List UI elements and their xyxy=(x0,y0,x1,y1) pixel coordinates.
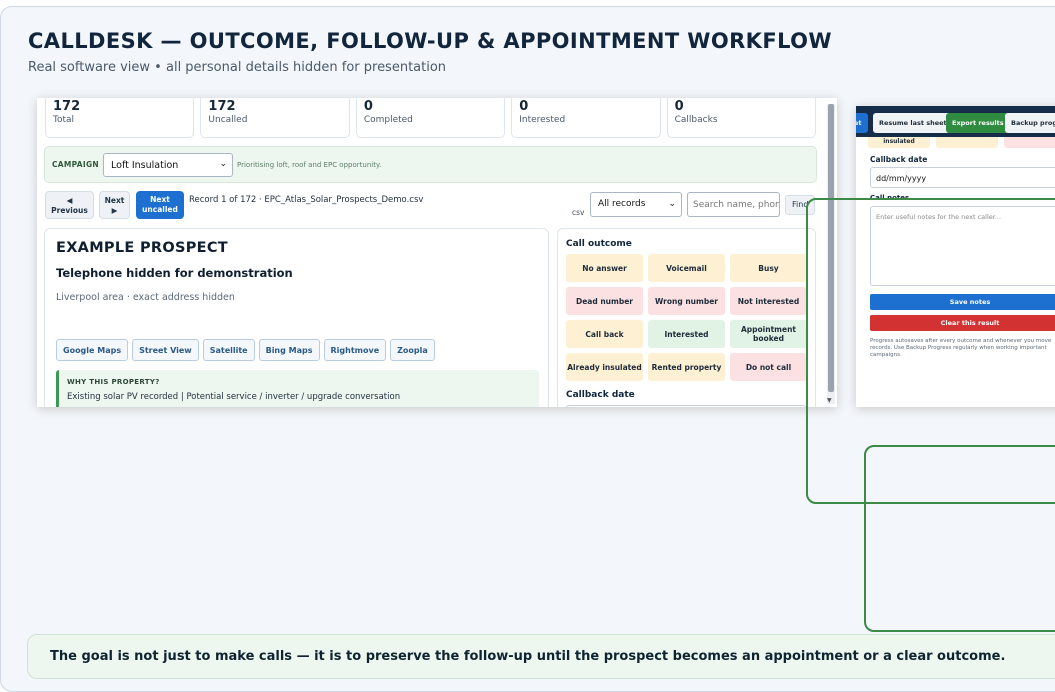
record-filter-value: All records xyxy=(598,199,646,209)
resume-last-sheet-button[interactable]: Resume last sheet xyxy=(873,113,953,133)
street-view-link[interactable]: Street View xyxy=(132,339,199,361)
campaign-hint: Prioritising loft, roof and EPC opportun… xyxy=(237,161,382,169)
callback-date-input[interactable]: dd/mm/yyyy xyxy=(870,167,1055,188)
stats-row: 172 Total 172 Uncalled 0 Completed 0 Int… xyxy=(45,98,817,138)
stat-label: Uncalled xyxy=(208,115,248,125)
stat-uncalled: 172 Uncalled xyxy=(200,98,350,138)
stat-callbacks: 0 Callbacks xyxy=(666,98,817,138)
outcome-tags-cut: insulated xyxy=(868,137,1055,148)
map-links: Google Maps Street View Satellite Bing M… xyxy=(56,339,435,361)
previous-button[interactable]: ◀ Previous xyxy=(45,191,94,219)
chevron-down-icon: ⌄ xyxy=(219,159,227,169)
call-outcome-panel: Call outcome No answer Voicemail Busy De… xyxy=(557,228,816,407)
stat-interested: 0 Interested xyxy=(511,98,661,138)
outcome-wrong-number[interactable]: Wrong number xyxy=(648,287,725,315)
stat-completed: 0 Completed xyxy=(355,98,506,138)
callback-date-label: Callback date xyxy=(870,155,928,164)
outcome-appointment-booked[interactable]: Appointment booked xyxy=(730,320,807,348)
stat-label: Completed xyxy=(363,115,413,125)
arrow-left-icon: ◀ xyxy=(66,196,73,205)
search-input[interactable]: Search name, phon xyxy=(687,192,780,217)
record-filter-select[interactable]: All records ⌄ xyxy=(590,192,682,217)
stat-value: 172 xyxy=(208,99,236,114)
bing-maps-link[interactable]: Bing Maps xyxy=(258,339,320,361)
page-title: CALLDESK — OUTCOME, FOLLOW-UP & APPOINTM… xyxy=(28,29,832,53)
next-uncalled-line2: uncalled xyxy=(142,205,178,214)
why-this-property: WHY THIS PROPERTY? Existing solar PV rec… xyxy=(56,370,539,407)
google-maps-link[interactable]: Google Maps xyxy=(56,339,129,361)
why-text: Existing solar PV recorded | Potential s… xyxy=(67,392,401,402)
outcome-voicemail[interactable]: Voicemail xyxy=(648,254,725,282)
outcome-tag[interactable] xyxy=(1004,137,1055,148)
backup-progress-button[interactable]: Backup progre xyxy=(1005,113,1055,133)
outcome-tag[interactable]: insulated xyxy=(868,137,930,148)
stat-label: Interested xyxy=(519,115,566,125)
next-label: Next xyxy=(104,196,125,205)
next-uncalled-button[interactable]: Next uncalled xyxy=(136,191,184,219)
campaign-bar: CAMPAIGN Loft Insulation ⌄ Prioritising … xyxy=(44,146,817,183)
outcome-interested[interactable]: Interested xyxy=(648,320,725,348)
footer-message: The goal is not just to make calls — it … xyxy=(50,649,1006,664)
stat-value: 0 xyxy=(674,99,684,114)
stat-total: 172 Total xyxy=(45,98,195,138)
chevron-down-icon: ⌄ xyxy=(668,199,676,209)
arrow-right-icon: ▶ xyxy=(111,206,118,215)
page-subtitle: Real software view • all personal detail… xyxy=(28,60,447,75)
stat-value: 0 xyxy=(363,99,373,114)
prospect-card: EXAMPLE PROSPECT Telephone hidden for de… xyxy=(44,228,549,407)
callback-date-label: Callback date xyxy=(566,390,635,400)
stat-value: 0 xyxy=(519,99,529,114)
callback-date-input[interactable] xyxy=(566,405,806,407)
prospect-area: Liverpool area · exact address hidden xyxy=(56,292,235,303)
rightmove-link[interactable]: Rightmove xyxy=(323,339,387,361)
set-button[interactable]: et xyxy=(856,113,868,133)
previous-label: Previous xyxy=(51,206,88,215)
outcome-busy[interactable]: Busy xyxy=(730,254,807,282)
highlight-outline xyxy=(864,445,1055,632)
zoopla-link[interactable]: Zoopla xyxy=(390,339,435,361)
prospect-name: EXAMPLE PROSPECT xyxy=(56,240,228,256)
outcome-call-back[interactable]: Call back xyxy=(566,320,643,348)
next-button[interactable]: Next ▶ xyxy=(99,191,130,219)
outcome-not-interested[interactable]: Not interested xyxy=(730,287,807,315)
campaign-select-value: Loft Insulation xyxy=(111,160,179,171)
outcome-do-not-call[interactable]: Do not call xyxy=(730,353,807,381)
outcome-no-answer[interactable]: No answer xyxy=(566,254,643,282)
action-toolbar: et Resume last sheet Export results Back… xyxy=(856,106,1055,137)
outcome-dead-number[interactable]: Dead number xyxy=(566,287,643,315)
outcome-tag[interactable] xyxy=(936,137,998,148)
outcome-rented-property[interactable]: Rented property xyxy=(648,353,725,381)
stat-label: Callbacks xyxy=(674,115,718,125)
satellite-link[interactable]: Satellite xyxy=(202,339,255,361)
main-screenshot: 172 Total 172 Uncalled 0 Completed 0 Int… xyxy=(37,98,837,407)
outcome-already-insulated[interactable]: Already insulated xyxy=(566,353,643,381)
footer-banner: The goal is not just to make calls — it … xyxy=(27,634,1055,679)
next-uncalled-line1: Next xyxy=(150,195,170,204)
export-results-button[interactable]: Export results xyxy=(946,113,1010,133)
record-counter: Record 1 of 172 · EPC_Atlas_Solar_Prospe… xyxy=(189,195,424,205)
campaign-select[interactable]: Loft Insulation ⌄ xyxy=(103,153,233,177)
csv-label: csv xyxy=(572,208,585,217)
stat-label: Total xyxy=(53,115,75,125)
stat-value: 172 xyxy=(53,99,81,114)
why-title: WHY THIS PROPERTY? xyxy=(67,378,160,386)
outcome-grid: No answer Voicemail Busy Dead number Wro… xyxy=(566,254,807,381)
campaign-label: CAMPAIGN xyxy=(52,160,100,169)
prospect-phone: Telephone hidden for demonstration xyxy=(56,266,293,280)
call-outcome-title: Call outcome xyxy=(566,239,632,249)
